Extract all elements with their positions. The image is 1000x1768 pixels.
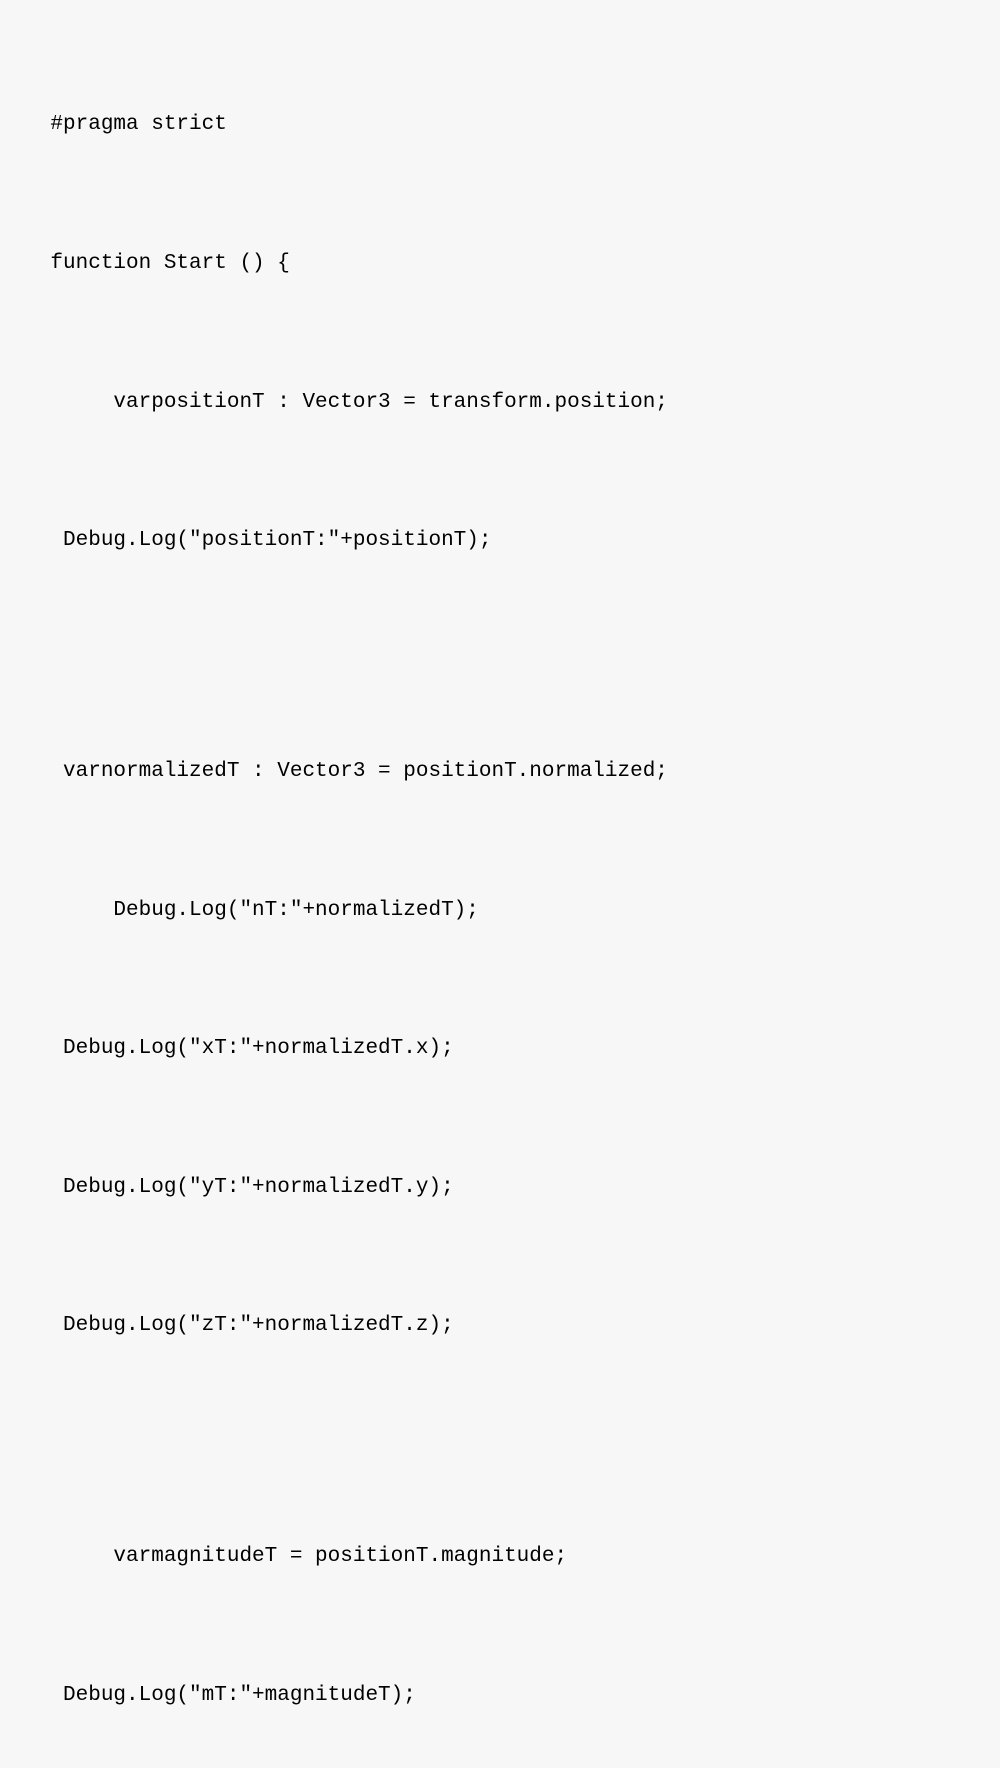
code-line: varmagnitudeT = positionT.magnitude; bbox=[0, 1534, 1000, 1580]
code-line: Debug.Log("mT:"+magnitudeT); bbox=[0, 1673, 1000, 1719]
code-line: Debug.Log("positionT:"+positionT); bbox=[0, 518, 1000, 564]
code-line: Debug.Log("yT:"+normalizedT.y); bbox=[0, 1165, 1000, 1211]
code-block: #pragma strict function Start () { varpo… bbox=[0, 10, 1000, 1768]
code-line: Debug.Log("xT:"+normalizedT.x); bbox=[0, 1026, 1000, 1072]
code-line: #pragma strict bbox=[0, 102, 1000, 148]
code-line: Debug.Log("nT:"+normalizedT); bbox=[0, 888, 1000, 934]
code-line: function Start () { bbox=[0, 241, 1000, 287]
code-line: varnormalizedT : Vector3 = positionT.nor… bbox=[0, 749, 1000, 795]
code-line: varpositionT : Vector3 = transform.posit… bbox=[0, 380, 1000, 426]
code-line: Debug.Log("zT:"+normalizedT.z); bbox=[0, 1303, 1000, 1349]
